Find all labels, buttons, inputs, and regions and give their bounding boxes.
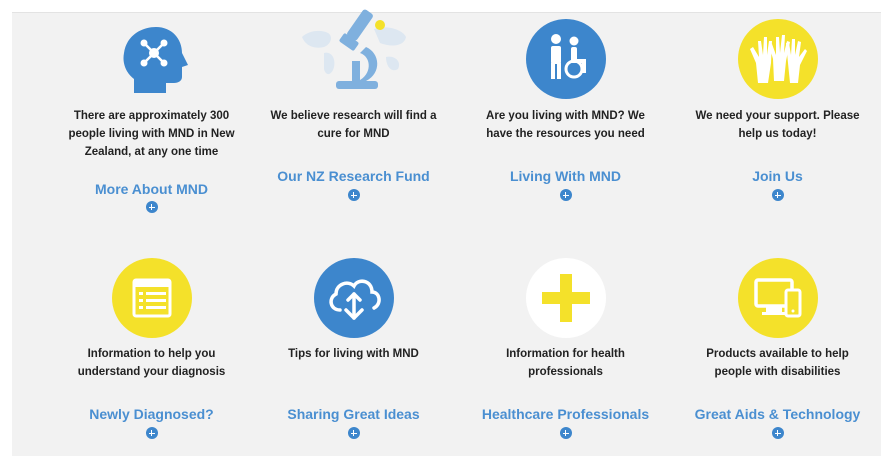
card-description: Information for health professionals [506, 348, 625, 378]
wheelchair-icon [525, 19, 606, 99]
plus-icon[interactable] [771, 427, 784, 439]
living-with-mnd-link[interactable]: Living With MND [458, 168, 673, 184]
plus-icon[interactable] [145, 427, 158, 439]
card-description: Tips for living with MND [288, 348, 419, 360]
plus-icon[interactable] [559, 189, 572, 201]
medical-cross-icon [525, 258, 606, 338]
card-description: Information to help you understand your d… [77, 348, 226, 378]
plus-icon[interactable] [145, 201, 158, 213]
devices-icon [737, 258, 818, 338]
card-description: Products available to help people with di… [706, 348, 849, 378]
plus-icon[interactable] [347, 427, 360, 439]
plus-icon[interactable] [559, 427, 572, 439]
sharing-great-ideas-link[interactable]: Sharing Great Ideas [246, 406, 461, 422]
cloud-upload-icon [313, 258, 394, 338]
raised-hands-icon [737, 19, 818, 99]
microscope-icon [294, 7, 414, 97]
great-aids-technology-link[interactable]: Great Aids & Technology [670, 406, 885, 422]
research-fund-link[interactable]: Our NZ Research Fund [246, 168, 461, 184]
plus-icon[interactable] [347, 189, 360, 201]
card-description: We believe research will find a cure for … [270, 110, 437, 140]
card-description: We need your support. Please help us toda… [695, 110, 860, 140]
card-description: Are you living with MND? We have the reso… [486, 110, 645, 140]
info-panel: There are approximately 300 people living… [12, 9, 881, 456]
newly-diagnosed-link[interactable]: Newly Diagnosed? [44, 406, 259, 422]
healthcare-professionals-link[interactable]: Healthcare Professionals [458, 406, 673, 422]
head-network-icon [112, 19, 192, 99]
join-us-link[interactable]: Join Us [670, 168, 885, 184]
document-icon [111, 258, 192, 338]
more-about-mnd-link[interactable]: More About MND [44, 181, 259, 197]
plus-icon[interactable] [771, 189, 784, 201]
card-description: There are approximately 300 people living… [68, 110, 235, 158]
